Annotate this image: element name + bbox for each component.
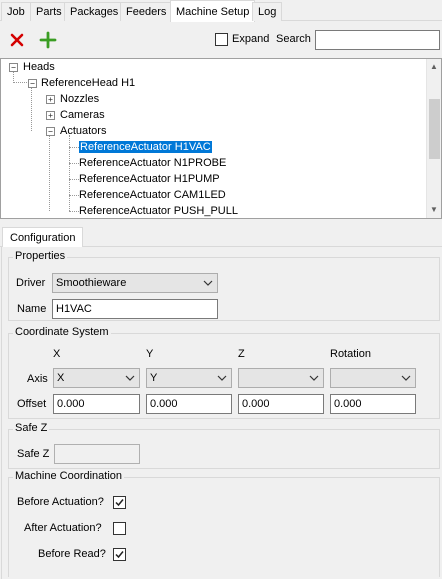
tree-node-label: Cameras — [60, 109, 105, 121]
tree-node-label: Actuators — [60, 125, 107, 137]
tab-parts[interactable]: Parts — [30, 2, 68, 21]
column-header-z: Z — [238, 348, 245, 360]
tab-packages[interactable]: Packages — [64, 2, 125, 21]
chevron-down-icon — [401, 375, 411, 381]
config-tab-bar: Configuration — [0, 225, 442, 248]
add-icon[interactable] — [38, 30, 58, 50]
scroll-down-icon[interactable]: ▼ — [430, 205, 438, 214]
column-header-y: Y — [146, 348, 154, 360]
coordinate-system-group: Coordinate System X Y Z Rotation Axis X … — [8, 326, 440, 419]
safe-z-label: Safe Z — [17, 448, 50, 460]
axis-x-select[interactable]: X — [53, 368, 140, 388]
driver-label: Driver — [16, 277, 46, 289]
tree-guide — [69, 135, 70, 211]
scroll-thumb[interactable] — [429, 99, 440, 159]
before-actuation-checkbox[interactable] — [113, 496, 126, 509]
tree-guide — [69, 211, 79, 212]
machine-tree: − Heads − ReferenceHead H1 + Nozzles + C… — [0, 58, 442, 219]
chevron-down-icon — [203, 280, 213, 286]
axis-rotation-select[interactable] — [330, 368, 416, 388]
tree-node-label: Nozzles — [60, 93, 100, 105]
tree-node-actuator[interactable]: ReferenceActuator H1VAC — [79, 139, 212, 155]
tree-node-actuator[interactable]: ReferenceActuator CAM1LED — [79, 187, 226, 203]
chevron-down-icon — [309, 375, 319, 381]
search-input[interactable] — [315, 30, 440, 50]
offset-x-field[interactable]: 0.000 — [53, 394, 140, 414]
checkmark-icon — [115, 551, 124, 559]
expand-checkbox[interactable] — [215, 33, 228, 46]
safe-z-field[interactable] — [54, 444, 140, 464]
tab-feeders[interactable]: Feeders — [120, 2, 173, 21]
expand-icon[interactable]: + — [46, 111, 55, 120]
name-label: Name — [17, 303, 47, 315]
chevron-down-icon — [217, 375, 227, 381]
tree-guide — [49, 135, 50, 211]
group-title: Safe Z — [13, 422, 50, 434]
group-title: Properties — [13, 250, 68, 262]
tree-node-nozzles[interactable]: Nozzles — [60, 91, 99, 107]
name-field[interactable]: H1VAC — [52, 299, 218, 319]
tree-guide — [69, 179, 79, 180]
tree-node-label: ReferenceHead H1 — [41, 77, 136, 89]
configuration-panel: Properties Driver Smoothieware Name H1VA… — [1, 247, 441, 579]
collapse-icon[interactable]: − — [9, 63, 18, 72]
offset-y-field[interactable]: 0.000 — [146, 394, 232, 414]
tab-configuration[interactable]: Configuration — [2, 227, 84, 248]
tree-node-actuator[interactable]: ReferenceActuator N1PROBE — [79, 155, 226, 171]
tree-guide — [69, 195, 79, 196]
axis-z-select[interactable] — [238, 368, 324, 388]
axis-x-value: X — [57, 372, 65, 384]
expand-label: Expand — [232, 33, 270, 45]
offset-z-field[interactable]: 0.000 — [238, 394, 324, 414]
main-tab-bar: Job Parts Packages Feeders Machine Setup… — [0, 0, 442, 22]
delete-icon[interactable] — [7, 30, 27, 50]
tree-node-label: ReferenceActuator N1PROBE — [79, 157, 227, 169]
axis-y-value: Y — [150, 372, 158, 384]
tree-node-label: ReferenceActuator H1PUMP — [79, 173, 220, 185]
axis-label: Axis — [27, 373, 48, 385]
tree-guide — [69, 147, 79, 148]
tree-scrollbar[interactable]: ▲ ▼ — [426, 59, 441, 218]
safe-z-group: Safe Z Safe Z — [8, 422, 440, 469]
tab-machine-setup[interactable]: Machine Setup — [170, 0, 256, 22]
driver-select[interactable]: Smoothieware — [52, 273, 218, 293]
tab-job[interactable]: Job — [1, 2, 31, 21]
tree-node-label: Heads — [23, 61, 55, 73]
scroll-up-icon[interactable]: ▲ — [430, 62, 438, 71]
driver-value: Smoothieware — [56, 277, 127, 289]
tree-node-actuators[interactable]: Actuators — [60, 123, 106, 139]
tree-guide — [69, 163, 79, 164]
before-read-label: Before Read? — [38, 548, 106, 560]
group-title: Machine Coordination — [13, 470, 125, 482]
collapse-icon[interactable]: − — [46, 127, 55, 136]
tree-node-label: ReferenceActuator H1VAC — [79, 141, 212, 153]
tree-node-label: ReferenceActuator PUSH_PULL — [79, 205, 238, 217]
group-title: Coordinate System — [13, 326, 111, 338]
column-header-rotation: Rotation — [330, 348, 371, 360]
before-actuation-label: Before Actuation? — [17, 496, 104, 508]
tree-node-actuator[interactable]: ReferenceActuator H1PUMP — [79, 171, 220, 187]
column-header-x: X — [53, 348, 61, 360]
before-read-checkbox[interactable] — [113, 548, 126, 561]
checkmark-icon — [115, 499, 124, 507]
after-actuation-checkbox[interactable] — [113, 522, 126, 535]
tree-node-head[interactable]: ReferenceHead H1 — [41, 75, 135, 91]
expand-icon[interactable]: + — [46, 95, 55, 104]
offset-label: Offset — [17, 398, 47, 410]
tree-node-label: ReferenceActuator CAM1LED — [79, 189, 226, 201]
tree-node-actuator[interactable]: ReferenceActuator PUSH_PULL — [79, 203, 238, 218]
axis-y-select[interactable]: Y — [146, 368, 232, 388]
after-actuation-label: After Actuation? — [24, 522, 102, 534]
chevron-down-icon — [125, 375, 135, 381]
properties-group: Properties Driver Smoothieware Name H1VA… — [8, 250, 440, 321]
tab-log[interactable]: Log — [252, 2, 283, 21]
tree-node-cameras[interactable]: Cameras — [60, 107, 105, 123]
tree-node-heads[interactable]: Heads — [23, 59, 55, 75]
machine-coordination-group: Machine Coordination Before Actuation? A… — [8, 470, 440, 577]
offset-rotation-field[interactable]: 0.000 — [330, 394, 416, 414]
tree-guide — [13, 82, 27, 83]
search-label: Search — [276, 33, 311, 45]
tree-guide — [31, 87, 32, 131]
collapse-icon[interactable]: − — [28, 79, 37, 88]
